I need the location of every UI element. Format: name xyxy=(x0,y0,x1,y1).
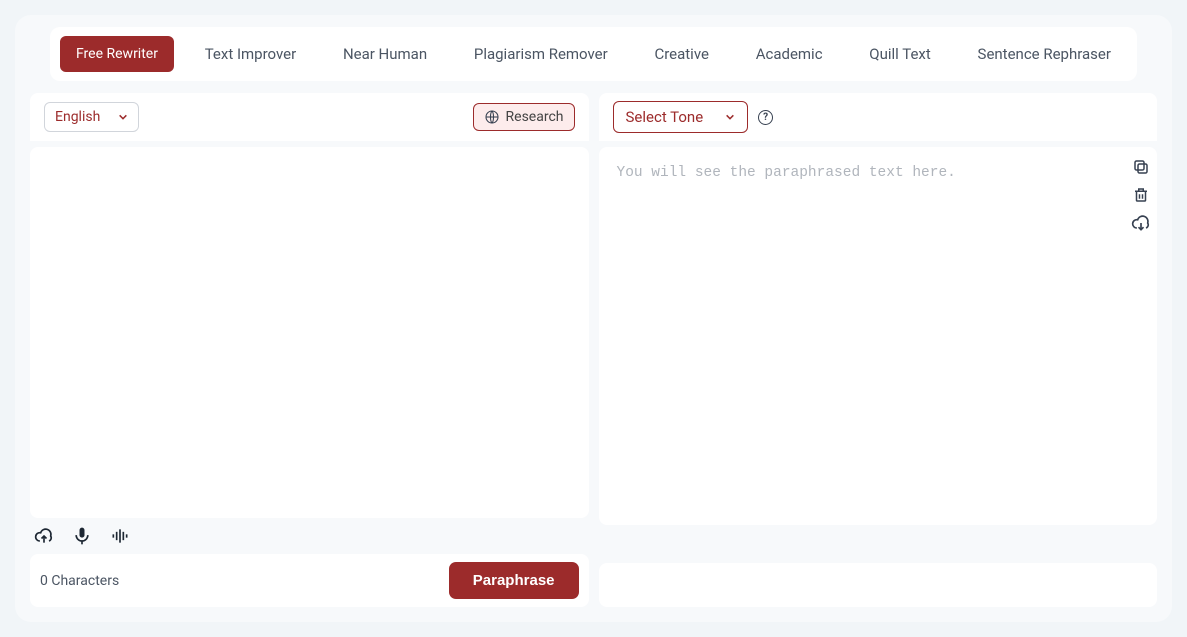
language-value: English xyxy=(55,109,100,125)
output-textarea[interactable]: You will see the paraphrased text here. xyxy=(599,147,1158,525)
research-label: Research xyxy=(506,109,564,125)
tab-near-human[interactable]: Near Human xyxy=(327,35,443,73)
tone-label: Select Tone xyxy=(626,108,704,126)
cloud-download-icon[interactable] xyxy=(1131,213,1151,233)
soundwave-icon[interactable] xyxy=(110,526,130,546)
tone-select[interactable]: Select Tone xyxy=(613,101,749,133)
character-count: 0 Characters xyxy=(40,573,119,589)
tab-quill-text[interactable]: Quill Text xyxy=(853,35,947,73)
tab-text-improver[interactable]: Text Improver xyxy=(189,35,313,73)
help-icon[interactable]: ? xyxy=(758,110,773,125)
app-container: Free Rewriter Text Improver Near Human P… xyxy=(15,15,1172,622)
tab-free-rewriter[interactable]: Free Rewriter xyxy=(60,36,174,72)
input-action-icons xyxy=(30,518,589,554)
input-footer: 0 Characters Paraphrase xyxy=(30,518,589,607)
panels: English Research xyxy=(30,93,1157,607)
char-count-label: Characters xyxy=(51,573,119,589)
input-panel: English Research xyxy=(30,93,589,607)
input-bottom-bar: 0 Characters Paraphrase xyxy=(30,554,589,607)
output-panel: Select Tone ? You will see the paraphras… xyxy=(599,93,1158,607)
chevron-down-icon xyxy=(725,112,735,122)
output-toolbar: Select Tone ? xyxy=(599,93,1158,141)
tab-sentence-rephraser[interactable]: Sentence Rephraser xyxy=(962,35,1127,73)
output-bottom-bar xyxy=(599,563,1158,607)
input-toolbar: English Research xyxy=(30,93,589,141)
globe-icon xyxy=(484,109,500,125)
tab-academic[interactable]: Academic xyxy=(740,35,839,73)
input-textarea[interactable] xyxy=(30,147,589,518)
tab-creative[interactable]: Creative xyxy=(638,35,725,73)
microphone-icon[interactable] xyxy=(72,526,92,546)
tabs-bar: Free Rewriter Text Improver Near Human P… xyxy=(50,27,1137,81)
trash-icon[interactable] xyxy=(1131,185,1151,205)
output-placeholder: You will see the paraphrased text here. xyxy=(617,165,956,181)
language-select[interactable]: English xyxy=(44,102,139,132)
copy-icon[interactable] xyxy=(1131,157,1151,177)
tab-plagiarism-remover[interactable]: Plagiarism Remover xyxy=(458,35,624,73)
chevron-down-icon xyxy=(118,112,128,122)
research-badge[interactable]: Research xyxy=(473,103,575,131)
output-action-icons xyxy=(1131,157,1151,233)
output-footer xyxy=(599,525,1158,607)
paraphrase-button[interactable]: Paraphrase xyxy=(449,562,579,599)
cloud-upload-icon[interactable] xyxy=(34,526,54,546)
char-count-value: 0 xyxy=(40,573,48,589)
